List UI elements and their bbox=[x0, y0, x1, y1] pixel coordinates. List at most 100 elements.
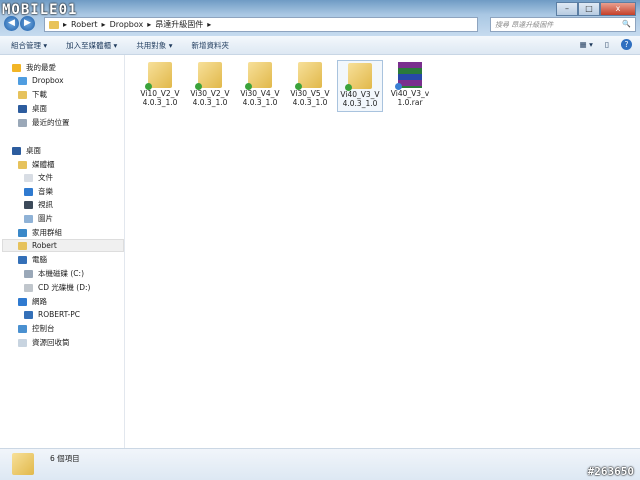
sidebar-item-label: 本機磁碟 (C:) bbox=[38, 269, 84, 278]
folder-icon bbox=[295, 62, 322, 90]
sidebar-item[interactable]: ROBERT-PC bbox=[24, 308, 80, 321]
breadcrumb-robert[interactable]: Robert bbox=[71, 20, 98, 29]
sidebar-item[interactable]: 圖片 bbox=[24, 212, 53, 225]
search-icon: 🔍 bbox=[622, 20, 631, 28]
views-button[interactable]: ▦ ▾ bbox=[580, 40, 593, 49]
close-button[interactable]: x bbox=[600, 2, 636, 16]
sidebar-item-icon bbox=[12, 146, 21, 155]
sidebar-item-label: CD 光碟機 (D:) bbox=[38, 283, 91, 292]
sidebar-item-icon bbox=[24, 214, 33, 223]
sidebar-item[interactable]: CD 光碟機 (D:) bbox=[24, 281, 90, 294]
sidebar-item-label: 視訊 bbox=[38, 200, 53, 209]
help-button[interactable]: ? bbox=[621, 39, 632, 50]
sidebar-item-label: ROBERT-PC bbox=[38, 310, 81, 319]
sidebar-item[interactable]: 桌面 bbox=[18, 102, 47, 115]
sidebar-item[interactable]: 視訊 bbox=[24, 198, 53, 211]
folder-icon bbox=[12, 453, 34, 475]
sidebar-item[interactable]: 文件 bbox=[24, 171, 53, 184]
file-name: Vi40_V3_v1.0.rar bbox=[390, 89, 430, 107]
sidebar-item-label: 媒體櫃 bbox=[32, 160, 55, 169]
sidebar-item-label: 家用群組 bbox=[32, 228, 62, 237]
sidebar-item-label: 最近的位置 bbox=[32, 118, 70, 127]
synced-check-icon bbox=[145, 83, 152, 90]
folder-item[interactable]: Vi30_V5_V4.0.3_1.0 bbox=[287, 60, 333, 112]
sidebar-item[interactable]: 我的最愛 bbox=[12, 61, 56, 74]
sidebar-item[interactable]: 桌面 bbox=[12, 144, 41, 157]
share-with-button[interactable]: 共用對象 ▾ bbox=[136, 40, 172, 51]
folder-item[interactable]: Vi30_V2_V4.0.3_1.0 bbox=[187, 60, 233, 112]
folder-item[interactable]: Vi10_V2_V4.0.3_1.0 bbox=[137, 60, 183, 112]
rar-file-item[interactable]: Vi40_V3_v1.0.rar bbox=[387, 60, 433, 112]
sidebar-item-icon bbox=[18, 90, 27, 99]
title-bar: MOBILE01 – □ x ◀ ▶ ▸ Robert ▸ Dropbox ▸ 昂達升… bbox=[0, 0, 640, 36]
navigation-pane: 我的最愛 Dropbox 下載 桌面 最近的位置 桌面 媒體櫃 文件 音樂 視訊 圖片 家用群組 Rob… bbox=[0, 55, 125, 448]
file-name: Vi30_V4_V4.0.3_1.0 bbox=[240, 89, 280, 107]
sidebar-item[interactable]: 控制台 bbox=[18, 322, 55, 335]
minimize-button[interactable]: – bbox=[556, 2, 578, 16]
sidebar-item-label: 電腦 bbox=[32, 255, 47, 264]
sidebar-item-icon bbox=[24, 200, 33, 209]
preview-pane-button[interactable]: ▯ bbox=[605, 40, 609, 49]
sidebar-item-icon bbox=[18, 241, 27, 250]
sidebar-item-icon bbox=[24, 173, 33, 182]
sidebar-item-label: 圖片 bbox=[38, 214, 53, 223]
item-count: 6 個項目 bbox=[50, 454, 80, 463]
file-name: Vi40_V3_V4.0.3_1.0 bbox=[340, 90, 380, 108]
breadcrumb-dropbox[interactable]: Dropbox bbox=[110, 20, 144, 29]
sidebar-item[interactable]: Dropbox bbox=[18, 74, 64, 87]
sidebar-item-icon bbox=[24, 283, 33, 292]
sidebar-item-icon bbox=[18, 297, 27, 306]
new-folder-button[interactable]: 新增資料夾 bbox=[191, 40, 229, 51]
watermark: #263650 bbox=[587, 465, 634, 478]
forward-button[interactable]: ▶ bbox=[20, 16, 35, 31]
sidebar-item[interactable]: 電腦 bbox=[18, 253, 47, 266]
command-bar: 組合管理 ▾ 加入至媒體櫃 ▾ 共用對象 ▾ 新增資料夾 ▦ ▾ ▯ ? bbox=[0, 36, 640, 55]
sync-pending-icon bbox=[395, 83, 402, 90]
sidebar-item[interactable]: 網路 bbox=[18, 295, 47, 308]
sidebar-item-label: 下載 bbox=[32, 90, 47, 99]
folder-item[interactable]: Vi30_V4_V4.0.3_1.0 bbox=[237, 60, 283, 112]
sidebar-item-icon bbox=[24, 310, 33, 319]
sidebar-item-label: Robert bbox=[32, 241, 57, 250]
sidebar-item[interactable]: 家用群組 bbox=[18, 226, 62, 239]
sidebar-item-label: 資源回收筒 bbox=[32, 338, 70, 347]
sidebar-item[interactable]: 資源回收筒 bbox=[18, 336, 70, 349]
search-input[interactable]: 搜尋 昂達升級固件 🔍 bbox=[490, 17, 636, 32]
folder-icon bbox=[245, 62, 272, 90]
synced-check-icon bbox=[245, 83, 252, 90]
breadcrumb-current[interactable]: 昂達升級固件 bbox=[155, 19, 203, 30]
sidebar-item-icon bbox=[18, 160, 27, 169]
sidebar-item-icon bbox=[18, 324, 27, 333]
sidebar-item-icon bbox=[24, 269, 33, 278]
sidebar-item[interactable]: 媒體櫃 bbox=[18, 158, 55, 171]
folder-icon bbox=[145, 62, 172, 90]
synced-check-icon bbox=[195, 83, 202, 90]
maximize-button[interactable]: □ bbox=[578, 2, 600, 16]
synced-check-icon bbox=[345, 84, 352, 91]
back-button[interactable]: ◀ bbox=[4, 16, 19, 31]
sidebar-item-label: 控制台 bbox=[32, 324, 55, 333]
synced-check-icon bbox=[295, 83, 302, 90]
file-name: Vi30_V2_V4.0.3_1.0 bbox=[190, 89, 230, 107]
sidebar-item[interactable]: 最近的位置 bbox=[18, 116, 70, 129]
details-pane: 6 個項目 #263650 bbox=[0, 448, 640, 480]
sidebar-item[interactable]: 下載 bbox=[18, 88, 47, 101]
folder-icon bbox=[195, 62, 222, 90]
folder-item[interactable]: Vi40_V3_V4.0.3_1.0 bbox=[337, 60, 383, 112]
include-in-library-button[interactable]: 加入至媒體櫃 ▾ bbox=[66, 40, 117, 51]
sidebar-item-icon bbox=[18, 118, 27, 127]
sidebar-item-icon bbox=[18, 76, 27, 85]
sidebar-item-icon bbox=[18, 228, 27, 237]
sidebar-item[interactable]: 本機磁碟 (C:) bbox=[24, 267, 84, 280]
organize-button[interactable]: 組合管理 ▾ bbox=[11, 40, 47, 51]
sidebar-item-label: 文件 bbox=[38, 173, 53, 182]
sidebar-item[interactable]: 音樂 bbox=[24, 185, 53, 198]
sidebar-item-label: 桌面 bbox=[26, 146, 41, 155]
address-bar[interactable]: ▸ Robert ▸ Dropbox ▸ 昂達升級固件 ▸ bbox=[44, 17, 478, 32]
folder-icon bbox=[49, 20, 59, 29]
folder-icon bbox=[345, 63, 372, 91]
sidebar-item-icon bbox=[12, 63, 21, 72]
sidebar-item[interactable]: Robert bbox=[2, 239, 124, 252]
sidebar-item-icon bbox=[18, 104, 27, 113]
file-name: Vi10_V2_V4.0.3_1.0 bbox=[140, 89, 180, 107]
